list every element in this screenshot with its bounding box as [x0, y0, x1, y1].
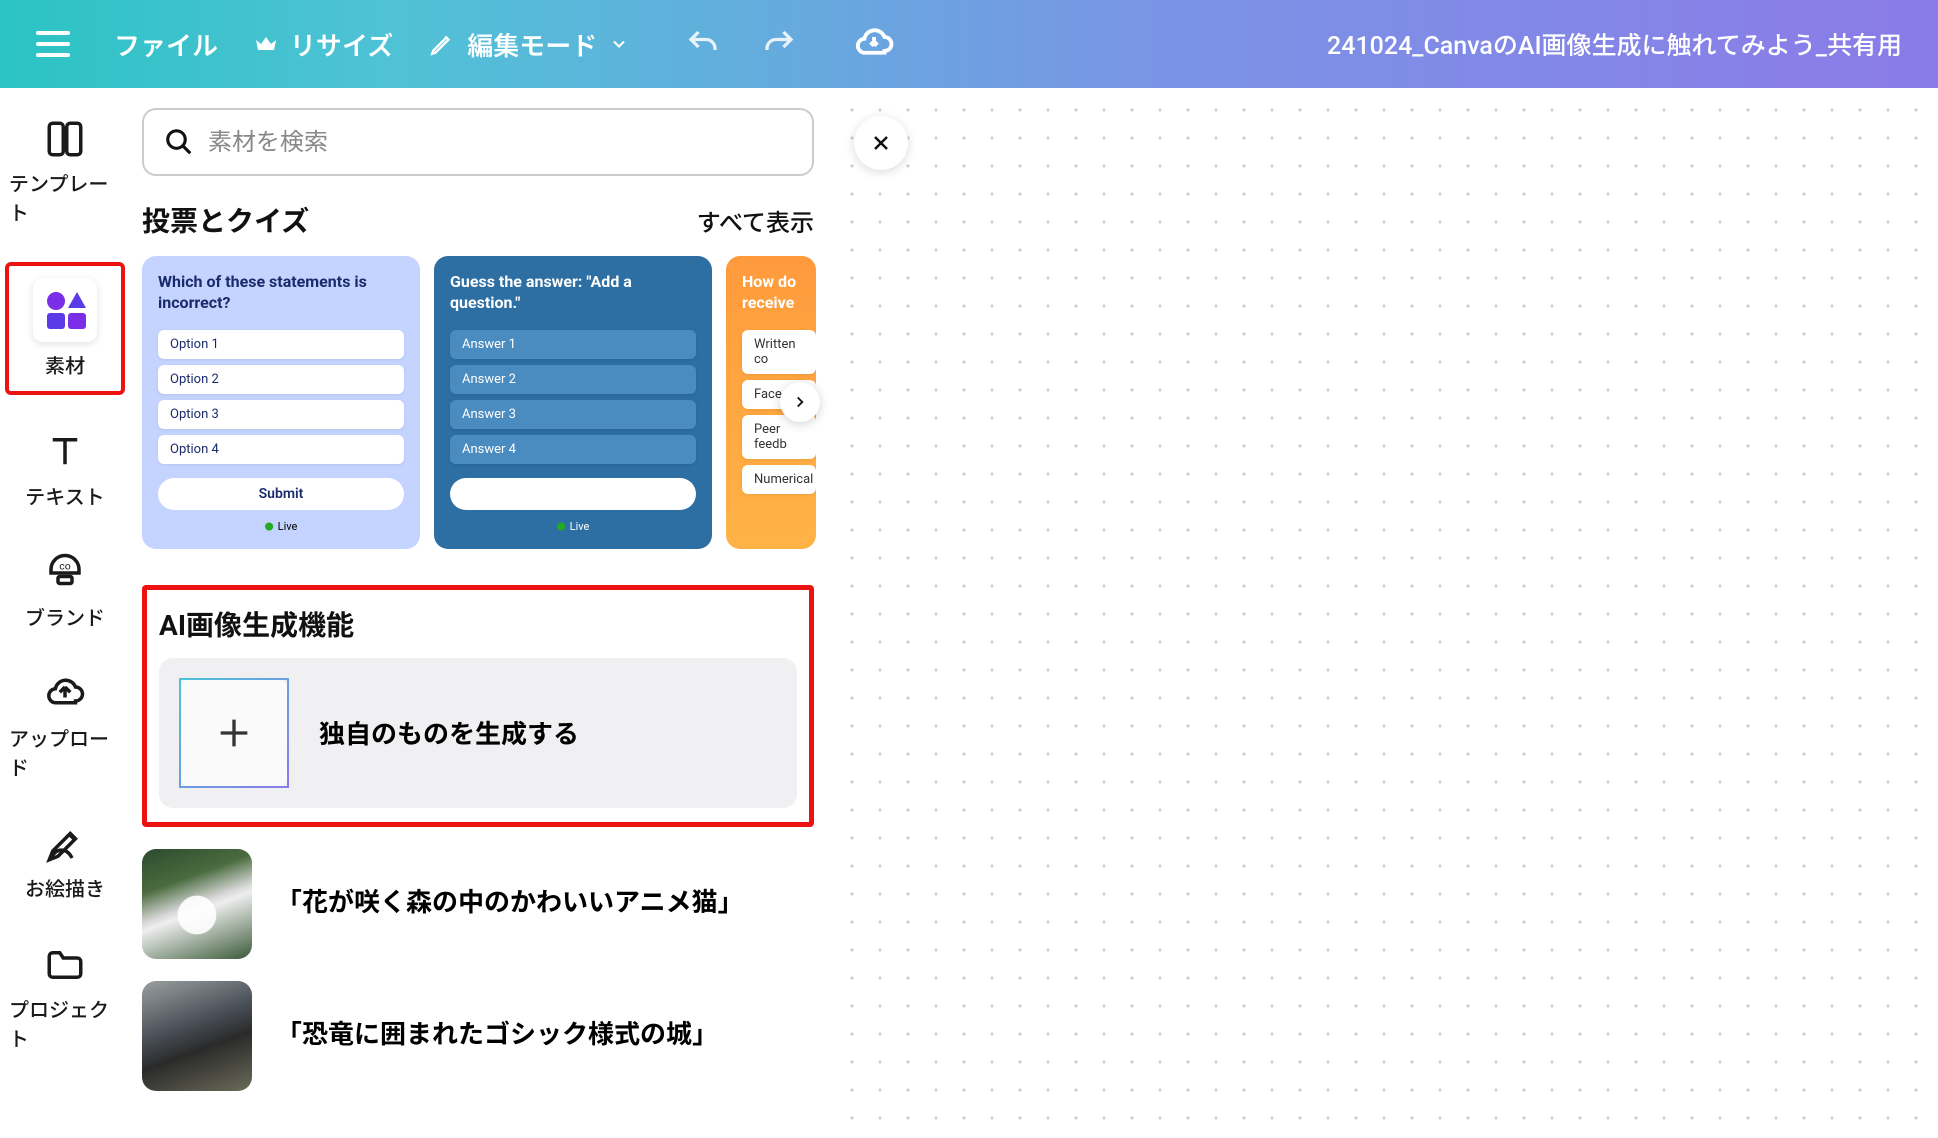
pen-icon: [429, 31, 455, 57]
ai-image-section: AI画像生成機能 独自のものを生成する: [142, 585, 814, 827]
ai-prompt-item[interactable]: 「恐竜に囲まれたゴシック様式の城」: [142, 981, 814, 1091]
ai-generate-button[interactable]: 独自のものを生成する: [159, 658, 797, 808]
rail-upload-label: アップロード: [9, 723, 121, 781]
quiz-question: Guess the answer: "Add a question.": [450, 272, 696, 314]
quiz-live-badge: Live: [158, 520, 404, 533]
edit-mode-menu[interactable]: 編集モード: [429, 26, 629, 63]
side-rail: テンプレート 素材 テキスト co ブランド アップロード お絵描き プロジェク…: [0, 88, 130, 1138]
quiz-submit: Submit: [158, 478, 404, 510]
folder-icon: [44, 944, 86, 986]
close-icon: [869, 131, 893, 155]
close-panel-button[interactable]: [854, 116, 908, 170]
ai-prompt-thumbnail: [142, 981, 252, 1091]
resize-label: リサイズ: [290, 26, 393, 63]
rail-project-label: プロジェクト: [9, 994, 121, 1052]
ai-prompt-thumbnail: [142, 849, 252, 959]
crown-icon: [254, 32, 278, 56]
chevron-down-icon: [609, 34, 629, 54]
quiz-card[interactable]: Which of these statements is incorrect? …: [142, 256, 420, 549]
elements-icon: [47, 292, 83, 328]
ai-prompt-item[interactable]: 「花が咲く森の中のかわいいアニメ猫」: [142, 849, 814, 959]
rail-text-label: テキスト: [25, 481, 104, 510]
quiz-option: Option 1: [158, 330, 404, 359]
top-toolbar: ファイル リサイズ 編集モード 241024_CanvaのAI画像生成に触れてみ…: [0, 0, 1938, 88]
edit-mode-label: 編集モード: [467, 26, 597, 63]
quiz-submit: Submit: [450, 478, 696, 510]
quiz-option: Numerical: [742, 465, 816, 494]
rail-upload[interactable]: アップロード: [5, 667, 125, 787]
scroll-right-button[interactable]: [780, 382, 820, 422]
chevron-right-icon: [791, 393, 809, 411]
rail-draw-label: お絵描き: [25, 873, 105, 902]
ai-prompt-text: 「花が咲く森の中のかわいいアニメ猫」: [276, 884, 743, 923]
quiz-question: How do receive: [742, 272, 816, 314]
quiz-option: Answer 4: [450, 435, 696, 464]
rail-brand-label: ブランド: [25, 602, 105, 631]
elements-panel: 投票とクイズ すべて表示 Which of these statements i…: [130, 88, 830, 1138]
rail-elements[interactable]: 素材: [5, 262, 125, 395]
rail-templates-label: テンプレート: [9, 168, 121, 226]
ai-section-title: AI画像生成機能: [159, 604, 797, 644]
quiz-section-header: 投票とクイズ すべて表示: [142, 200, 814, 240]
quiz-option: Option 4: [158, 435, 404, 464]
rail-draw[interactable]: お絵描き: [5, 817, 125, 908]
text-icon: [44, 431, 86, 473]
resize-menu[interactable]: リサイズ: [254, 26, 393, 63]
rail-brand[interactable]: co ブランド: [5, 546, 125, 637]
ai-prompt-text: 「恐竜に囲まれたゴシック様式の城」: [276, 1016, 718, 1055]
search-field[interactable]: [142, 108, 814, 176]
brand-icon: co: [44, 552, 86, 594]
quiz-option: Option 3: [158, 400, 404, 429]
undo-button[interactable]: [685, 26, 721, 62]
file-menu[interactable]: ファイル: [114, 26, 218, 63]
rail-elements-label: 素材: [45, 350, 85, 379]
cloud-sync-button[interactable]: [853, 23, 895, 65]
quiz-option: Answer 3: [450, 400, 696, 429]
quiz-card[interactable]: Guess the answer: "Add a question." Answ…: [434, 256, 712, 549]
quiz-option: Answer 1: [450, 330, 696, 359]
canvas-area[interactable]: [830, 88, 1938, 1138]
main-menu-button[interactable]: [28, 23, 78, 65]
draw-icon: [44, 823, 86, 865]
quiz-option: Option 2: [158, 365, 404, 394]
plus-box: [179, 678, 289, 788]
quiz-live-badge: Live: [450, 520, 696, 533]
quiz-question: Which of these statements is incorrect?: [158, 272, 404, 314]
plus-icon: [214, 713, 254, 753]
quiz-option: Answer 2: [450, 365, 696, 394]
search-icon: [164, 127, 194, 157]
quiz-option: Written co: [742, 330, 816, 374]
quiz-cards-row: Which of these statements is incorrect? …: [142, 256, 814, 549]
search-input[interactable]: [208, 128, 792, 156]
redo-button[interactable]: [761, 26, 797, 62]
quiz-section-title: 投票とクイズ: [142, 200, 309, 240]
history-group: [685, 26, 797, 62]
upload-icon: [44, 673, 86, 715]
quiz-see-all[interactable]: すべて表示: [697, 203, 814, 238]
document-title[interactable]: 241024_CanvaのAI画像生成に触れてみよう_共有用: [1327, 26, 1910, 62]
ai-generate-label: 独自のものを生成する: [319, 714, 579, 751]
template-icon: [44, 118, 86, 160]
svg-text:co: co: [59, 560, 70, 573]
rail-project[interactable]: プロジェクト: [5, 938, 125, 1058]
rail-text[interactable]: テキスト: [5, 425, 125, 516]
rail-templates[interactable]: テンプレート: [5, 112, 125, 232]
